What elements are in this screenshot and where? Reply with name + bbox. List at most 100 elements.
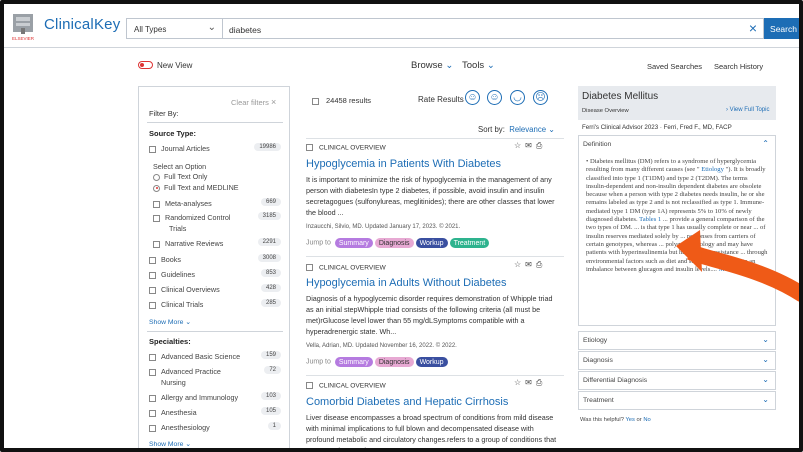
workup-pill[interactable]: Workup — [415, 357, 448, 367]
checkbox[interactable] — [149, 409, 156, 417]
star-icon[interactable]: ☆ — [514, 378, 525, 387]
diagnosis-section[interactable]: Diagnosis ⌄ — [578, 351, 776, 370]
show-more-source-types[interactable]: Show More ⌄ — [149, 318, 191, 326]
result-title[interactable]: Hypoglycemia in Patients With Diabetes — [306, 158, 501, 170]
diagnosis-pill[interactable]: Diagnosis — [374, 238, 414, 248]
email-icon[interactable]: ✉ — [525, 260, 536, 269]
email-icon[interactable]: ✉ — [525, 141, 536, 150]
result-checkbox[interactable] — [306, 264, 313, 271]
clear-search-icon[interactable]: × — [749, 20, 757, 36]
differential-heading[interactable]: Differential Diagnosis — [583, 377, 647, 384]
checkbox[interactable] — [149, 271, 156, 279]
radio[interactable] — [153, 173, 160, 181]
radio-full-text-only[interactable]: Full Text Only — [153, 172, 285, 181]
neutral-face-icon[interactable]: ◡ — [510, 90, 525, 105]
checkbox[interactable] — [149, 424, 156, 432]
chevron-down-icon[interactable]: ⌄ — [762, 355, 769, 364]
star-icon[interactable]: ☆ — [514, 260, 525, 269]
more-link[interactable]: More — [719, 266, 733, 273]
filter-anesthesiology[interactable]: Anesthesiology 1 — [149, 422, 281, 432]
definition-heading[interactable]: Definition — [583, 141, 611, 148]
diagnosis-pill[interactable]: Diagnosis — [374, 357, 414, 367]
satisfied-face-icon[interactable]: ☺ — [487, 90, 502, 105]
saved-searches-link[interactable]: Saved Searches — [647, 62, 702, 71]
treatment-pill[interactable]: Treatment — [449, 238, 490, 248]
select-all-checkbox[interactable] — [312, 97, 319, 105]
helpful-prompt: Was this helpful? Yes or No — [580, 417, 651, 423]
checkbox[interactable] — [149, 145, 156, 153]
new-view-label[interactable]: New View — [157, 61, 192, 70]
search-input[interactable]: diabetes × — [222, 18, 764, 39]
filter-rct[interactable]: Randomized Control 3185 — [153, 212, 281, 222]
radio-full-text-medline[interactable]: Full Text and MEDLINE — [153, 183, 285, 192]
etiology-section[interactable]: Etiology ⌄ — [578, 331, 776, 350]
diagnosis-heading[interactable]: Diagnosis — [583, 357, 613, 364]
checkbox[interactable] — [149, 353, 156, 361]
checkbox[interactable] — [149, 394, 156, 402]
chevron-down-icon[interactable]: ⌄ — [762, 375, 769, 384]
chevron-down-icon[interactable]: ⌄ — [762, 395, 769, 404]
chevron-down-icon[interactable]: ⌄ — [762, 335, 769, 344]
summary-pill[interactable]: Summary — [334, 238, 373, 248]
filter-meta-analyses[interactable]: Meta-analyses 669 — [153, 198, 281, 208]
result-title[interactable]: Comorbid Diabetes and Hepatic Cirrhosis — [306, 396, 508, 408]
result-checkbox[interactable] — [306, 144, 313, 151]
etiology-heading[interactable]: Etiology — [583, 337, 607, 344]
checkbox[interactable] — [149, 256, 156, 264]
dissatisfied-face-icon[interactable]: ☹ — [533, 90, 548, 105]
result-actions[interactable]: ☆✉⎙ — [514, 260, 546, 270]
new-view-toggle[interactable] — [138, 61, 153, 69]
workup-pill[interactable]: Workup — [415, 238, 448, 248]
no-link[interactable]: No — [643, 417, 650, 423]
filter-narrative-reviews[interactable]: Narrative Reviews 2291 — [153, 238, 281, 248]
search-history-link[interactable]: Search History — [714, 62, 763, 71]
sort-control[interactable]: Sort by: Relevance ⌄ — [478, 125, 555, 134]
result-type: CLINICAL OVERVIEW — [306, 382, 386, 389]
very-satisfied-face-icon[interactable]: ☺ — [465, 90, 480, 105]
filter-clinical-trials[interactable]: Clinical Trials 285 — [149, 299, 281, 309]
checkbox[interactable] — [153, 200, 160, 208]
clear-filters-button[interactable]: Clear filters × — [231, 97, 276, 107]
filter-journal-articles[interactable]: Journal Articles 19986 — [149, 143, 281, 153]
result-actions[interactable]: ☆✉⎙ — [514, 378, 546, 388]
filter-allergy-immunology[interactable]: Allergy and Immunology 103 — [149, 392, 281, 402]
filter-clinical-overviews[interactable]: Clinical Overviews 428 — [149, 284, 281, 294]
differential-section[interactable]: Differential Diagnosis ⌄ — [578, 371, 776, 390]
etiology-link[interactable]: Etiology — [701, 166, 724, 173]
treatment-section[interactable]: Treatment ⌄ — [578, 391, 776, 410]
show-more-specialties[interactable]: Show More ⌄ — [149, 440, 191, 448]
filter-advanced-practice[interactable]: Advanced Practice 72 — [149, 366, 281, 376]
filter-anesthesia[interactable]: Anesthesia 105 — [149, 407, 281, 417]
clinicalkey-logo[interactable]: ClinicalKey — [44, 16, 120, 33]
checkbox[interactable] — [149, 286, 156, 294]
email-icon[interactable]: ✉ — [525, 378, 536, 387]
print-icon[interactable]: ⎙ — [536, 141, 546, 150]
search-button[interactable]: Search — [764, 18, 803, 39]
result-title[interactable]: Hypoglycemia in Adults Without Diabetes — [306, 277, 507, 289]
filter-guidelines[interactable]: Guidelines 853 — [149, 269, 281, 279]
yes-link[interactable]: Yes — [625, 417, 634, 423]
checkbox[interactable] — [153, 214, 160, 222]
treatment-heading[interactable]: Treatment — [583, 397, 614, 404]
summary-pill[interactable]: Summary — [334, 357, 373, 367]
result-meta: Inzaucchi, Silvio, MD. Updated January 1… — [306, 224, 461, 230]
print-icon[interactable]: ⎙ — [536, 260, 546, 269]
view-full-topic-link[interactable]: › View Full Topic — [726, 107, 769, 113]
tables-link[interactable]: Tables 1 — [639, 216, 661, 223]
chevron-down-icon: ⌄ — [185, 319, 191, 326]
star-icon[interactable]: ☆ — [514, 141, 525, 150]
print-icon[interactable]: ⎙ — [536, 378, 546, 387]
browse-menu[interactable]: Browse ⌄ — [411, 60, 453, 71]
type-select[interactable]: All Types ⌄ — [126, 18, 222, 39]
filter-books[interactable]: Books 3008 — [149, 254, 281, 264]
filter-advanced-basic-science[interactable]: Advanced Basic Science 159 — [149, 351, 281, 361]
result-actions[interactable]: ☆✉⎙ — [514, 141, 546, 151]
tools-menu[interactable]: Tools ⌄ — [462, 60, 495, 71]
checkbox[interactable] — [153, 240, 160, 248]
checkbox[interactable] — [149, 301, 156, 309]
radio-selected[interactable] — [153, 184, 160, 192]
chevron-up-icon[interactable]: ⌃ — [762, 139, 769, 148]
elsevier-tree-icon[interactable]: ELSEVIER — [10, 12, 36, 42]
checkbox[interactable] — [149, 368, 156, 376]
result-checkbox[interactable] — [306, 382, 313, 389]
